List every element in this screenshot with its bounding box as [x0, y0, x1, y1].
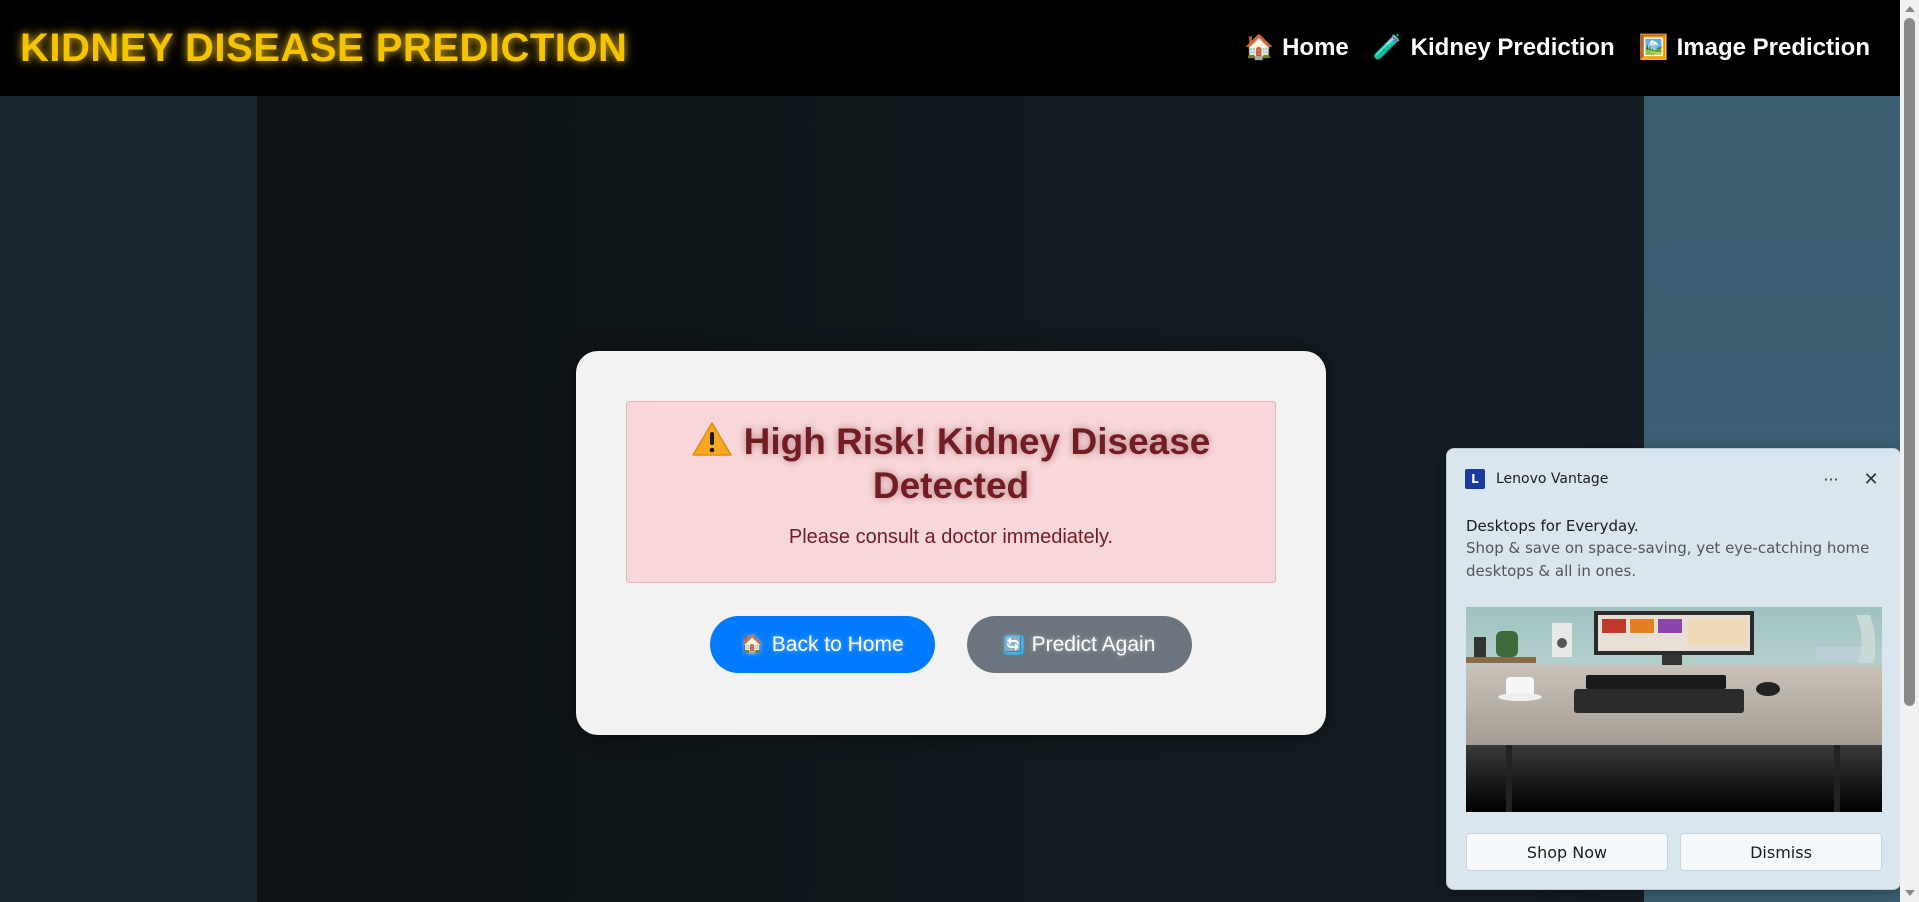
action-buttons: 🏠 Back to Home 🔄 Predict Again [576, 616, 1326, 673]
scrollbar-thumb[interactable] [1904, 18, 1915, 706]
alert-message: Please consult a doctor immediately. [788, 526, 1114, 548]
nav-link-label: Kidney Prediction [1410, 34, 1615, 61]
close-icon[interactable]: ✕ [1856, 469, 1886, 490]
navbar: KIDNEY DISEASE PREDICTION 🏠 Home 🧪 Kidne… [0, 0, 1900, 96]
home-icon: 🏠 [741, 634, 764, 654]
scroll-up-arrow-icon[interactable] [1905, 6, 1915, 12]
button-label: Back to Home [771, 632, 904, 656]
nav-link-kidney-prediction[interactable]: 🧪 Kidney Prediction [1373, 34, 1615, 62]
nav-link-image-prediction[interactable]: 🖼️ Image Prediction [1639, 34, 1870, 62]
notification-actions: Shop Now Dismiss [1466, 833, 1882, 871]
brand-title[interactable]: KIDNEY DISEASE PREDICTION [20, 26, 627, 71]
nav-link-home[interactable]: 🏠 Home [1244, 34, 1349, 62]
danger-alert: High Risk! Kidney Disease Detected Pleas… [626, 401, 1276, 583]
home-icon: 🏠 [1244, 34, 1275, 61]
nav-links: 🏠 Home 🧪 Kidney Prediction 🖼️ Image Pred… [1244, 34, 1880, 62]
scroll-down-arrow-icon[interactable] [1905, 890, 1915, 896]
notification-title: Desktops for Everyday. [1466, 517, 1639, 535]
test-tube-icon: 🧪 [1372, 34, 1403, 61]
picture-icon: 🖼️ [1638, 34, 1669, 61]
nav-link-label: Image Prediction [1676, 34, 1870, 61]
vertical-scrollbar[interactable] [1900, 0, 1919, 902]
nav-link-label: Home [1282, 34, 1349, 61]
more-options-icon[interactable]: ··· [1816, 470, 1846, 489]
result-card: High Risk! Kidney Disease Detected Pleas… [576, 351, 1326, 735]
lenovo-vantage-notification: L Lenovo Vantage ··· ✕ Desktops for Ever… [1446, 448, 1901, 890]
alert-title-text: High Risk! Kidney Disease Detected [743, 421, 1211, 506]
notification-text: Shop & save on space-saving, yet eye-cat… [1466, 539, 1870, 580]
notification-header: L Lenovo Vantage ··· ✕ [1465, 467, 1886, 491]
alert-title: High Risk! Kidney Disease Detected [627, 420, 1275, 508]
notification-body: Desktops for Everyday. Shop & save on sp… [1466, 515, 1886, 583]
desktop-promo-illustration [1466, 607, 1882, 812]
predict-again-button[interactable]: 🔄 Predict Again [967, 616, 1192, 673]
lenovo-logo-icon: L [1465, 469, 1485, 489]
notification-app-name: Lenovo Vantage [1496, 471, 1609, 487]
back-to-home-button[interactable]: 🏠 Back to Home [710, 616, 935, 673]
button-label: Predict Again [1031, 632, 1156, 656]
dismiss-button[interactable]: Dismiss [1680, 833, 1882, 871]
shop-now-button[interactable]: Shop Now [1466, 833, 1668, 871]
notification-hero-image[interactable] [1466, 607, 1882, 812]
refresh-icon: 🔄 [1003, 634, 1024, 655]
warning-icon [691, 422, 732, 456]
